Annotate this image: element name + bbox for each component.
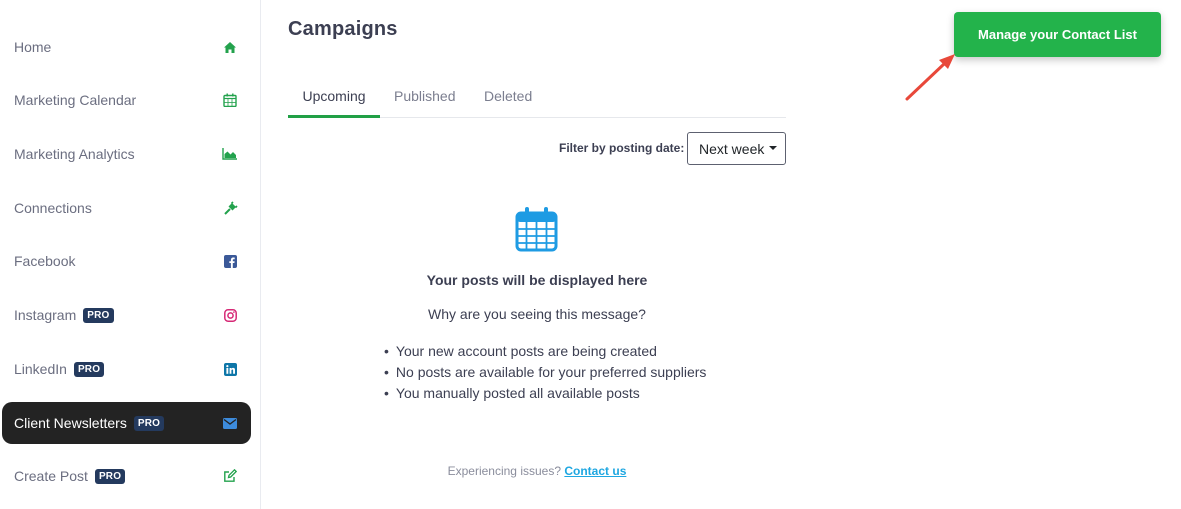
- sidebar-item-label: Marketing Calendar: [14, 92, 137, 108]
- pro-badge: PRO: [94, 468, 126, 484]
- tab-deleted[interactable]: Deleted: [484, 82, 532, 117]
- sidebar-item-label: Marketing Analytics: [14, 146, 135, 162]
- tab-upcoming[interactable]: Upcoming: [288, 82, 380, 118]
- sidebar-item-client-newsletters[interactable]: Client Newsletters PRO: [2, 402, 251, 444]
- posting-date-value: Next week: [699, 140, 765, 157]
- sidebar-item-connections[interactable]: Connections: [2, 187, 251, 229]
- sidebar: Home Marketing Calendar Marketing Analyt…: [0, 0, 261, 509]
- empty-state-reasons: Your new account posts are being created…: [384, 342, 707, 405]
- instagram-icon: [222, 307, 238, 323]
- facebook-icon: [222, 253, 238, 269]
- sidebar-item-label: Instagram: [14, 307, 77, 323]
- edit-icon: [222, 468, 238, 484]
- page-title: Campaigns: [288, 18, 398, 40]
- sidebar-item-instagram[interactable]: Instagram PRO: [2, 294, 251, 336]
- sidebar-item-label: LinkedIn: [14, 361, 67, 377]
- caret-down-icon: [769, 145, 778, 150]
- sidebar-item-label: Facebook: [14, 253, 76, 269]
- plug-icon: [222, 200, 238, 216]
- envelope-icon: [222, 415, 238, 431]
- list-item: Your new account posts are being created: [384, 342, 706, 363]
- posting-date-select[interactable]: Next week: [687, 132, 786, 165]
- sidebar-item-marketing-calendar[interactable]: Marketing Calendar: [2, 79, 251, 121]
- calendar-icon: [222, 92, 238, 108]
- sidebar-item-marketing-analytics[interactable]: Marketing Analytics: [2, 133, 251, 175]
- filter-label: Filter by posting date:: [559, 141, 685, 155]
- sidebar-item-facebook[interactable]: Facebook: [2, 240, 251, 282]
- pro-badge: PRO: [133, 415, 165, 431]
- sidebar-item-label: Home: [14, 39, 52, 55]
- sidebar-item-label: Create Post: [14, 468, 88, 484]
- annotation-arrow-icon: [905, 54, 955, 101]
- contact-us-link[interactable]: Contact us: [564, 464, 626, 478]
- support-note: Experiencing issues? Contact us: [288, 464, 786, 478]
- manage-contact-list-button[interactable]: Manage your Contact List: [954, 12, 1161, 57]
- sidebar-item-label: Connections: [14, 200, 92, 216]
- linkedin-icon: [222, 361, 238, 377]
- pro-badge: PRO: [83, 307, 114, 323]
- support-note-text: Experiencing issues?: [447, 464, 562, 478]
- list-item: No posts are available for your preferre…: [384, 363, 707, 384]
- empty-state-question: Why are you seeing this message?: [428, 306, 646, 322]
- home-icon: [222, 39, 238, 55]
- calendar-icon: [515, 207, 558, 252]
- pro-badge: PRO: [73, 361, 105, 377]
- sidebar-item-label: Client Newsletters: [14, 415, 127, 431]
- sidebar-item-linkedin[interactable]: LinkedIn PRO: [2, 348, 251, 390]
- tab-published[interactable]: Published: [394, 82, 456, 117]
- sidebar-item-create-post[interactable]: Create Post PRO: [2, 455, 251, 497]
- area-chart-icon: [222, 146, 238, 162]
- sidebar-item-home[interactable]: Home: [2, 26, 251, 68]
- empty-state-title: Your posts will be displayed here: [426, 272, 648, 288]
- list-item: You manually posted all available posts: [384, 384, 706, 405]
- tab-bar: Upcoming Published Deleted: [288, 82, 786, 118]
